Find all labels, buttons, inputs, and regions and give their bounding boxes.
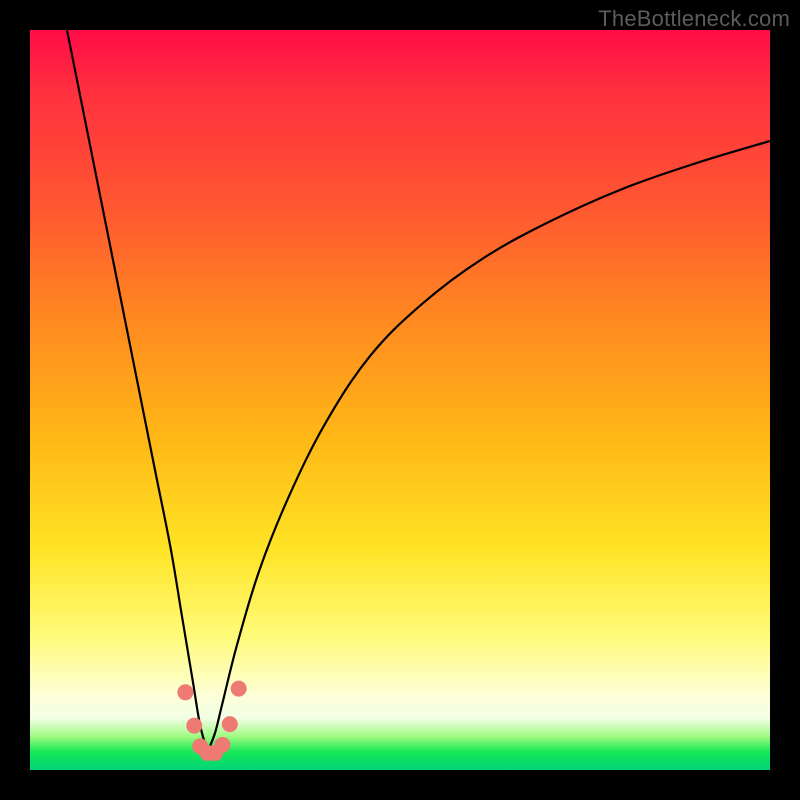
- curve-layer: [30, 30, 770, 770]
- curve-right-branch: [208, 141, 770, 752]
- trough-marker: [214, 737, 230, 753]
- trough-marker: [177, 684, 193, 700]
- curve-left-branch: [67, 30, 208, 752]
- trough-marker-group: [177, 681, 246, 761]
- chart-frame: TheBottleneck.com: [0, 0, 800, 800]
- trough-marker: [231, 681, 247, 697]
- watermark-text: TheBottleneck.com: [598, 6, 790, 32]
- trough-marker: [186, 718, 202, 734]
- trough-marker: [222, 716, 238, 732]
- plot-area: [30, 30, 770, 770]
